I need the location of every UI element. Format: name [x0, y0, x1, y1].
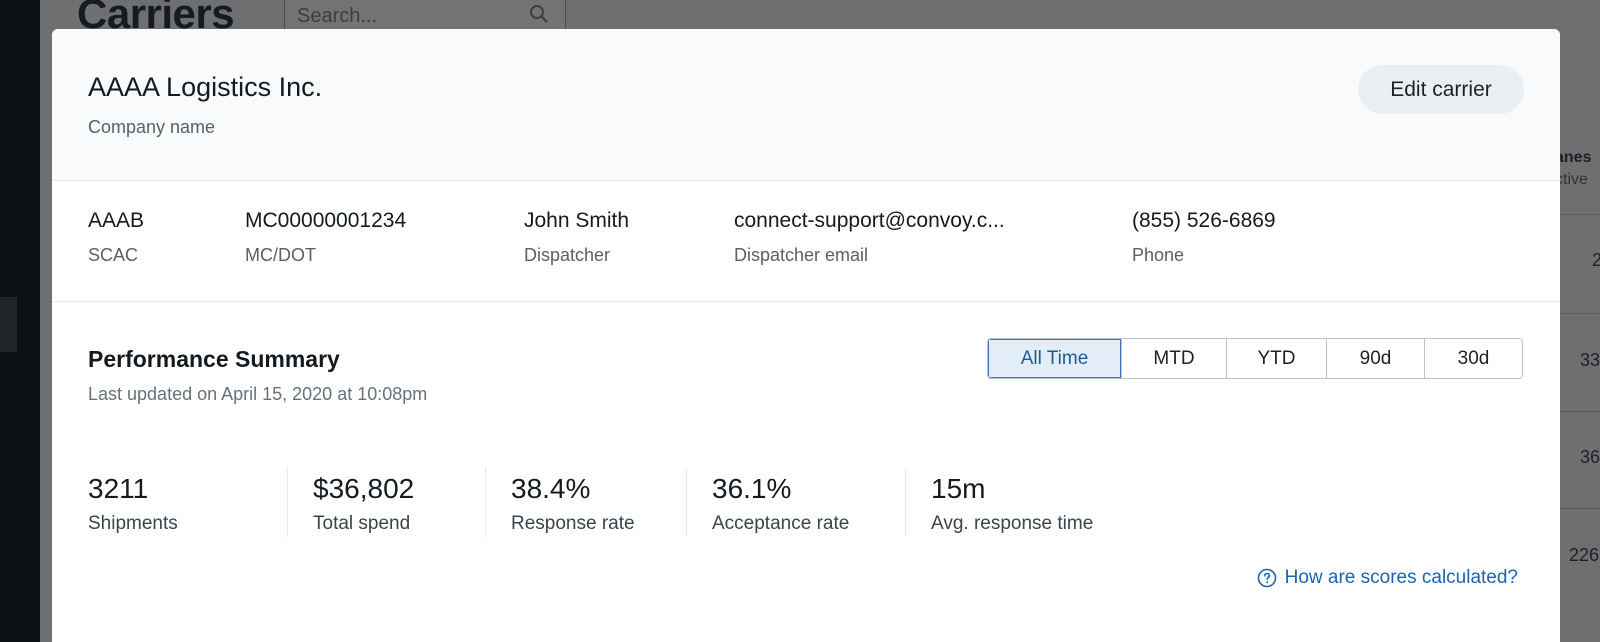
stat-shipments: 3211 Shipments — [88, 467, 178, 537]
table-column-header: anes ctive — [1555, 147, 1591, 190]
table-cell: 33 — [1580, 350, 1600, 370]
edit-carrier-button[interactable]: Edit carrier — [1358, 65, 1524, 114]
info-label: Dispatcher email — [734, 245, 869, 265]
carrier-info-row: AAAB SCAC MC00000001234 MC/DOT John Smit… — [52, 181, 1560, 302]
table-cell: 36 — [1580, 447, 1600, 467]
range-all-time-button[interactable]: All Time — [988, 339, 1121, 378]
info-label: SCAC — [88, 245, 139, 265]
search-placeholder: Search... — [297, 5, 378, 27]
info-label: Dispatcher — [524, 245, 611, 265]
time-range-selector: All Time MTD YTD 90d 30d — [987, 338, 1523, 379]
stat-label: Response rate — [511, 513, 635, 534]
stat-value: 3211 — [88, 473, 149, 504]
info-label: Phone — [1132, 245, 1185, 265]
info-value: MC00000001234 — [245, 209, 407, 232]
info-value: John Smith — [524, 209, 630, 232]
phone-link[interactable]: (855) 526-6869 — [1132, 209, 1276, 233]
info-dispatcher-email: connect-support@convoy.c... Dispatcher e… — [734, 209, 1005, 266]
side-nav-active-item — [0, 297, 17, 352]
stat-value: 15m — [931, 473, 986, 504]
range-30d-button[interactable]: 30d — [1424, 339, 1522, 378]
stat-total-spend: $36,802 Total spend — [287, 467, 414, 537]
stat-value: 36.1% — [712, 473, 792, 504]
company-name-label: Company name — [88, 117, 216, 137]
stat-value: $36,802 — [313, 473, 415, 504]
column-header-subtitle: ctive — [1555, 170, 1588, 188]
scores-help-link-label: How are scores calculated? — [1284, 567, 1518, 588]
info-value: AAAB — [88, 209, 145, 232]
stat-label: Total spend — [313, 513, 411, 534]
dispatcher-email-link[interactable]: connect-support@convoy.c... — [734, 209, 1005, 233]
modal-header: AAAA Logistics Inc. Company name Edit ca… — [52, 29, 1560, 181]
table-cell: 226 — [1569, 545, 1600, 565]
info-phone: (855) 526-6869 Phone — [1132, 209, 1276, 266]
performance-summary-title: Performance Summary — [88, 346, 340, 372]
stat-value: 38.4% — [511, 473, 591, 504]
stat-response-rate: 38.4% Response rate — [485, 467, 635, 537]
stat-acceptance-rate: 36.1% Acceptance rate — [686, 467, 849, 537]
last-updated-text: Last updated on April 15, 2020 at 10:08p… — [88, 384, 428, 404]
range-mtd-button[interactable]: MTD — [1121, 339, 1226, 378]
stat-label: Shipments — [88, 513, 178, 534]
carrier-detail-modal: AAAA Logistics Inc. Company name Edit ca… — [52, 29, 1560, 642]
company-name: AAAA Logistics Inc. — [88, 72, 323, 102]
performance-summary-section: Performance Summary Last updated on Apri… — [52, 302, 1560, 642]
table-cell: 2 — [1592, 250, 1600, 270]
stat-avg-response-time: 15m Avg. response time — [905, 467, 1093, 537]
column-header-title: anes — [1555, 149, 1592, 166]
stat-label: Acceptance rate — [712, 513, 850, 534]
range-ytd-button[interactable]: YTD — [1226, 339, 1326, 378]
info-label: MC/DOT — [245, 245, 316, 265]
question-circle-icon — [1257, 568, 1276, 588]
info-dispatcher: John Smith Dispatcher — [524, 209, 629, 266]
stat-label: Avg. response time — [931, 513, 1094, 534]
search-icon — [530, 5, 548, 23]
scores-help-link[interactable]: How are scores calculated? — [1257, 567, 1518, 589]
range-90d-button[interactable]: 90d — [1326, 339, 1424, 378]
info-mc-dot: MC00000001234 MC/DOT — [245, 209, 406, 266]
info-scac: AAAB SCAC — [88, 209, 144, 266]
